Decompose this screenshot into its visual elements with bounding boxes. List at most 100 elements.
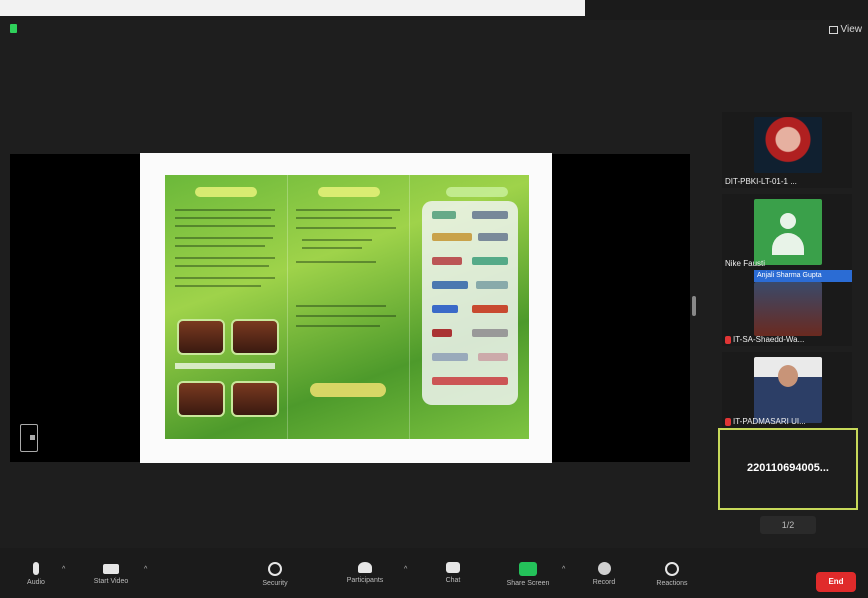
- active-speaker-tile[interactable]: 220110694005...: [718, 428, 858, 510]
- microphone-icon: [33, 562, 39, 575]
- panel-heading: [195, 187, 257, 197]
- panel-splitter-handle[interactable]: [692, 296, 696, 316]
- sponsor-logo: [432, 233, 472, 241]
- brochure-panel-middle: [287, 175, 410, 439]
- panel-heading: [318, 187, 380, 197]
- muted-mic-icon: [725, 335, 731, 344]
- sponsor-logo: [432, 329, 452, 337]
- sponsor-logo: [432, 305, 458, 313]
- share-screen-icon: [519, 562, 537, 576]
- participant-avatar: [754, 199, 822, 265]
- reactions-button[interactable]: Reactions: [646, 548, 698, 598]
- name-banner: [175, 363, 275, 369]
- text-line: [175, 209, 275, 211]
- file-icon[interactable]: [20, 424, 38, 452]
- chat-label: Chat: [445, 577, 461, 584]
- text-line: [302, 239, 372, 241]
- sponsor-logo: [432, 281, 468, 289]
- text-line: [296, 227, 396, 229]
- shield-icon: [268, 562, 282, 576]
- record-icon: [597, 562, 611, 575]
- text-line: [296, 209, 400, 211]
- gallery-page-indicator[interactable]: 1/2: [760, 516, 816, 534]
- panel-heading: [446, 187, 508, 197]
- speaker-photo: [231, 381, 279, 417]
- record-button[interactable]: Record: [584, 548, 624, 598]
- text-line: [296, 217, 392, 219]
- share-label: Share Screen: [506, 580, 550, 587]
- brochure-panel-left: [165, 175, 287, 439]
- end-meeting-button[interactable]: End: [816, 572, 856, 592]
- text-line: [175, 265, 269, 267]
- participants-options-caret[interactable]: ^: [404, 566, 407, 573]
- participant-video: [754, 357, 822, 423]
- share-options-caret[interactable]: ^: [562, 566, 565, 573]
- video-label: Start Video: [93, 578, 129, 585]
- avatar-head-icon: [780, 213, 796, 229]
- text-line: [175, 285, 261, 287]
- participant-video: [754, 117, 822, 173]
- participant-video: [754, 282, 822, 336]
- view-label: View: [840, 24, 863, 35]
- security-button[interactable]: Security: [252, 548, 298, 598]
- participant-tile[interactable]: IT-PADMASARI UI...: [722, 352, 852, 428]
- sponsor-logo: [472, 257, 508, 265]
- participant-overlay-label: Anjali Sharma Gupta: [754, 270, 852, 282]
- text-line: [175, 217, 271, 219]
- participant-tile[interactable]: DIT-PBKI-LT-01-1 ...: [722, 112, 852, 188]
- participants-icon: [358, 562, 372, 573]
- active-speaker-name: 220110694005...: [747, 462, 829, 474]
- sponsor-logo: [478, 353, 508, 361]
- title-strip: [0, 0, 585, 16]
- sponsor-logo: [472, 211, 508, 219]
- sponsor-logo: [476, 281, 508, 289]
- chat-bubble-icon: [446, 562, 460, 573]
- text-line: [175, 257, 275, 259]
- participant-name: DIT-PBKI-LT-01-1 ...: [725, 177, 797, 186]
- sponsor-logo: [432, 353, 468, 361]
- chat-button[interactable]: Chat: [436, 548, 470, 598]
- sponsor-logo: [478, 233, 508, 241]
- shared-document: [140, 153, 552, 463]
- participant-name: Nike Fausti: [725, 259, 766, 268]
- audio-button[interactable]: Audio: [18, 548, 54, 598]
- brochure-panel-right: [409, 175, 529, 439]
- sponsor-logo: [472, 305, 508, 313]
- brochure-image: [165, 175, 529, 439]
- sponsor-logo: [472, 329, 508, 337]
- sponsor-logo: [432, 377, 508, 385]
- participant-name: IT-SA-Shaedd-Wa...: [725, 335, 845, 344]
- sponsor-logos: [422, 201, 518, 405]
- text-line: [175, 237, 273, 239]
- audio-label: Audio: [27, 579, 45, 586]
- start-video-button[interactable]: Start Video: [84, 548, 138, 598]
- security-label: Security: [262, 580, 288, 587]
- text-line: [175, 245, 265, 247]
- text-line: [302, 247, 362, 249]
- participant-tile[interactable]: Nike Fausti: [722, 194, 852, 270]
- smiley-icon: [665, 562, 679, 576]
- video-camera-icon: [103, 564, 119, 574]
- text-line: [175, 277, 275, 279]
- view-button[interactable]: View: [828, 24, 863, 35]
- speaker-photo: [177, 319, 225, 355]
- participants-button[interactable]: Participants: [336, 548, 394, 598]
- muted-mic-icon: [725, 417, 731, 426]
- avatar-body-icon: [772, 233, 804, 255]
- text-line: [296, 325, 380, 327]
- connection-indicator-icon[interactable]: [10, 24, 17, 33]
- speaker-photo: [177, 381, 225, 417]
- text-line: [296, 261, 376, 263]
- video-options-caret[interactable]: ^: [144, 566, 147, 573]
- record-label: Record: [592, 579, 616, 586]
- text-line: [296, 305, 386, 307]
- participant-tile[interactable]: Anjali Sharma Gupta IT-SA-Shaedd-Wa...: [722, 270, 852, 346]
- reactions-label: Reactions: [656, 580, 688, 587]
- text-line: [296, 315, 396, 317]
- grid-icon: [828, 25, 838, 34]
- audio-options-caret[interactable]: ^: [62, 566, 65, 573]
- participant-name: IT-PADMASARI UI...: [725, 417, 845, 426]
- registration-banner: [310, 383, 386, 397]
- speaker-photo: [231, 319, 279, 355]
- share-screen-button[interactable]: Share Screen: [496, 548, 560, 598]
